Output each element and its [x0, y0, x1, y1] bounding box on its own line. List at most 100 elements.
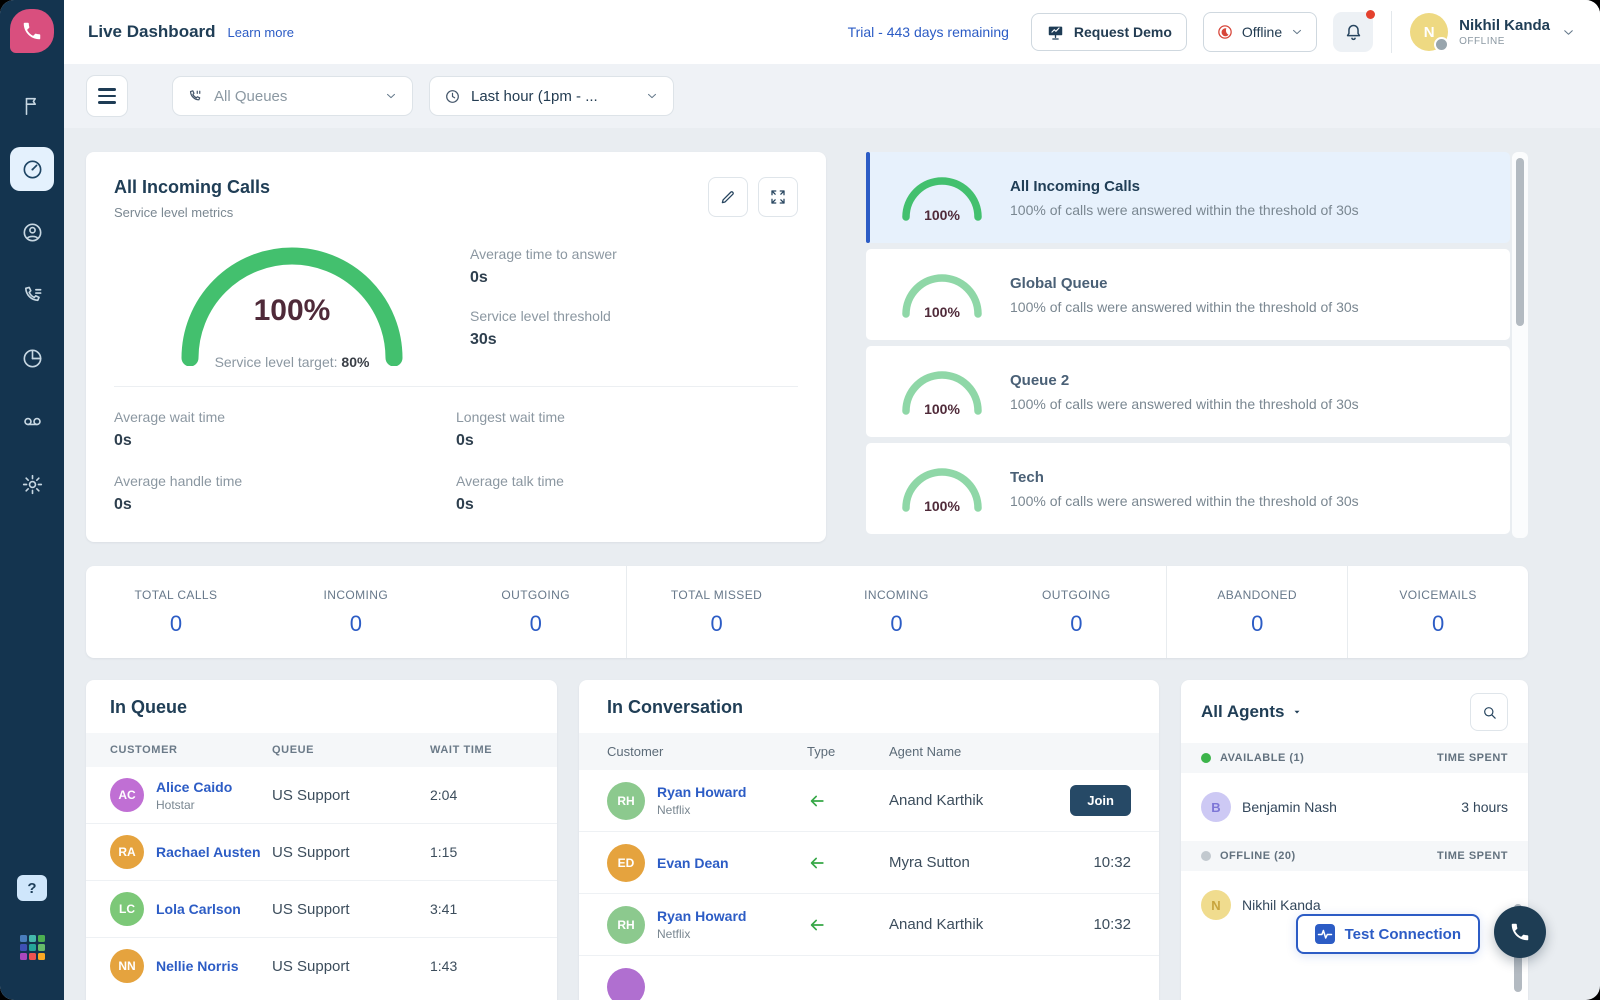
table-row: RHRyan HowardNetflix Anand Karthik Join	[579, 770, 1159, 831]
user-info: Nikhil Kanda OFFLINE	[1459, 17, 1550, 47]
app-logo[interactable]	[10, 9, 54, 53]
chevron-down-icon	[384, 89, 398, 103]
request-demo-label: Request Demo	[1074, 24, 1172, 40]
customer-link[interactable]: Rachael Austen	[156, 844, 261, 860]
agent-row: B Benjamin Nash 3 hours	[1181, 773, 1528, 841]
customer-link[interactable]: Lola Carlson	[156, 901, 241, 917]
help-button[interactable]: ?	[17, 875, 47, 901]
top-row: All Incoming Calls Service level metrics	[86, 152, 1528, 544]
time-spent-header: TIME SPENT	[1437, 752, 1508, 764]
gear-icon	[21, 473, 44, 496]
wait-time-cell: 1:15	[430, 844, 533, 860]
sidebar-item-contacts[interactable]	[10, 210, 54, 254]
metric: Average handle time 0s	[114, 473, 456, 514]
expand-widget-button[interactable]	[758, 177, 798, 217]
incoming-call-arrow-icon	[807, 791, 827, 811]
sidebar-item-settings[interactable]	[10, 462, 54, 506]
stat-cell: OUTGOING0	[446, 588, 626, 637]
sidebar: ?	[0, 0, 64, 1000]
customer-link[interactable]: Evan Dean	[657, 855, 729, 871]
avatar: AC	[110, 778, 144, 812]
dialer-fab-button[interactable]	[1494, 906, 1546, 958]
connection-pulse-icon	[1315, 924, 1335, 944]
avatar: RA	[110, 835, 144, 869]
scrollbar-thumb[interactable]	[1516, 158, 1524, 326]
phone-list-icon	[21, 284, 44, 307]
time-range-dropdown[interactable]: Last hour (1pm - ...	[429, 76, 674, 116]
agents-filter-dropdown[interactable]: All Agents	[1201, 702, 1303, 722]
metric: Longest wait time 0s	[456, 409, 798, 450]
trial-banner: Trial - 443 days remaining	[848, 24, 1009, 40]
notifications-button[interactable]	[1333, 12, 1373, 52]
sidebar-item-dashboard[interactable]	[10, 147, 54, 191]
avatar: N	[1201, 890, 1231, 920]
queue-metric-item[interactable]: 100% Tech 100% of calls were answered wi…	[866, 443, 1510, 534]
gauge-target: Service level target: 80%	[132, 354, 452, 370]
avatar: RH	[607, 906, 645, 944]
queue-metric-item[interactable]: 100% Global Queue 100% of calls were ans…	[866, 249, 1510, 340]
edit-widget-button[interactable]	[708, 177, 748, 217]
app-grid-dot	[29, 944, 36, 951]
sidebar-item-getting-started[interactable]	[10, 84, 54, 128]
wait-time-cell: 1:43	[430, 958, 533, 974]
stat-cell: TOTAL CALLS0	[86, 588, 266, 637]
offline-status-dot	[1201, 851, 1211, 861]
contact-icon	[21, 221, 44, 244]
pie-chart-icon	[21, 347, 44, 370]
column-header: Agent Name	[889, 744, 1131, 759]
card-divider	[114, 386, 798, 387]
pencil-icon	[719, 188, 737, 206]
test-connection-button[interactable]: Test Connection	[1296, 914, 1480, 954]
call-duration: 10:32	[1093, 916, 1131, 933]
menu-toggle-button[interactable]	[86, 75, 128, 117]
queue-phone-icon	[187, 88, 204, 105]
queue-metric-item[interactable]: 100% All Incoming Calls 100% of calls we…	[866, 152, 1510, 243]
column-header: CUSTOMER	[110, 744, 272, 756]
queues-filter-dropdown[interactable]: All Queues	[172, 76, 413, 116]
sidebar-item-voicemail[interactable]	[10, 399, 54, 443]
avatar	[607, 968, 645, 1000]
queue-description: 100% of calls were answered within the t…	[1010, 299, 1359, 315]
customer-link[interactable]: Ryan Howard	[657, 908, 746, 924]
customer-link[interactable]: Ryan Howard	[657, 784, 746, 800]
user-status-dot	[1434, 37, 1449, 52]
offline-status-icon	[1216, 23, 1234, 41]
sidebar-item-reports[interactable]	[10, 336, 54, 380]
customer-link[interactable]: Alice Caido	[156, 779, 232, 795]
user-menu[interactable]: N Nikhil Kanda OFFLINE	[1410, 13, 1576, 51]
table-row: EDEvan Dean Myra Sutton 10:32	[579, 831, 1159, 893]
customer-link[interactable]: Nellie Norris	[156, 958, 238, 974]
presence-label: Offline	[1242, 24, 1282, 40]
request-demo-button[interactable]: Request Demo	[1031, 13, 1187, 51]
service-card-actions	[708, 177, 798, 217]
presence-dropdown[interactable]: Offline	[1203, 12, 1317, 52]
table-row: ACAlice CaidoHotstar US Support 2:04	[86, 767, 557, 823]
bell-icon	[1343, 22, 1364, 43]
main-area: Live Dashboard Learn more Trial - 443 da…	[64, 0, 1600, 1000]
queue-description: 100% of calls were answered within the t…	[1010, 493, 1359, 509]
app-grid-dot	[20, 935, 27, 942]
user-status-label: OFFLINE	[1459, 36, 1550, 47]
filter-bar: All Queues Last hour (1pm - ...	[64, 64, 1600, 128]
search-agents-button[interactable]	[1470, 693, 1508, 731]
phone-logo-icon	[21, 20, 43, 42]
user-avatar: N	[1410, 13, 1448, 51]
app-switcher-button[interactable]	[20, 935, 45, 960]
join-call-button[interactable]: Join	[1070, 785, 1131, 816]
in-conversation-header: Customer Type Agent Name	[579, 733, 1159, 770]
queue-cell: US Support	[272, 787, 430, 804]
agent-name: Nikhil Kanda	[1242, 897, 1321, 913]
learn-more-link[interactable]: Learn more	[228, 25, 294, 40]
customer-company: Netflix	[657, 803, 746, 817]
in-conversation-card: In Conversation Customer Type Agent Name…	[579, 680, 1159, 1000]
stat-cell: ABANDONED0	[1166, 566, 1347, 658]
agent-name-cell: Anand Karthik	[889, 916, 1093, 933]
chevron-down-icon	[645, 89, 659, 103]
queue-description: 100% of calls were answered within the t…	[1010, 202, 1359, 218]
sidebar-item-call-metrics[interactable]	[10, 273, 54, 317]
app-grid-dot	[20, 944, 27, 951]
app-grid-dot	[38, 935, 45, 942]
queue-metric-item[interactable]: 100% Queue 2 100% of calls were answered…	[866, 346, 1510, 437]
user-avatar-initial: N	[1424, 24, 1435, 41]
agent-name-cell: Anand Karthik	[889, 792, 1070, 809]
